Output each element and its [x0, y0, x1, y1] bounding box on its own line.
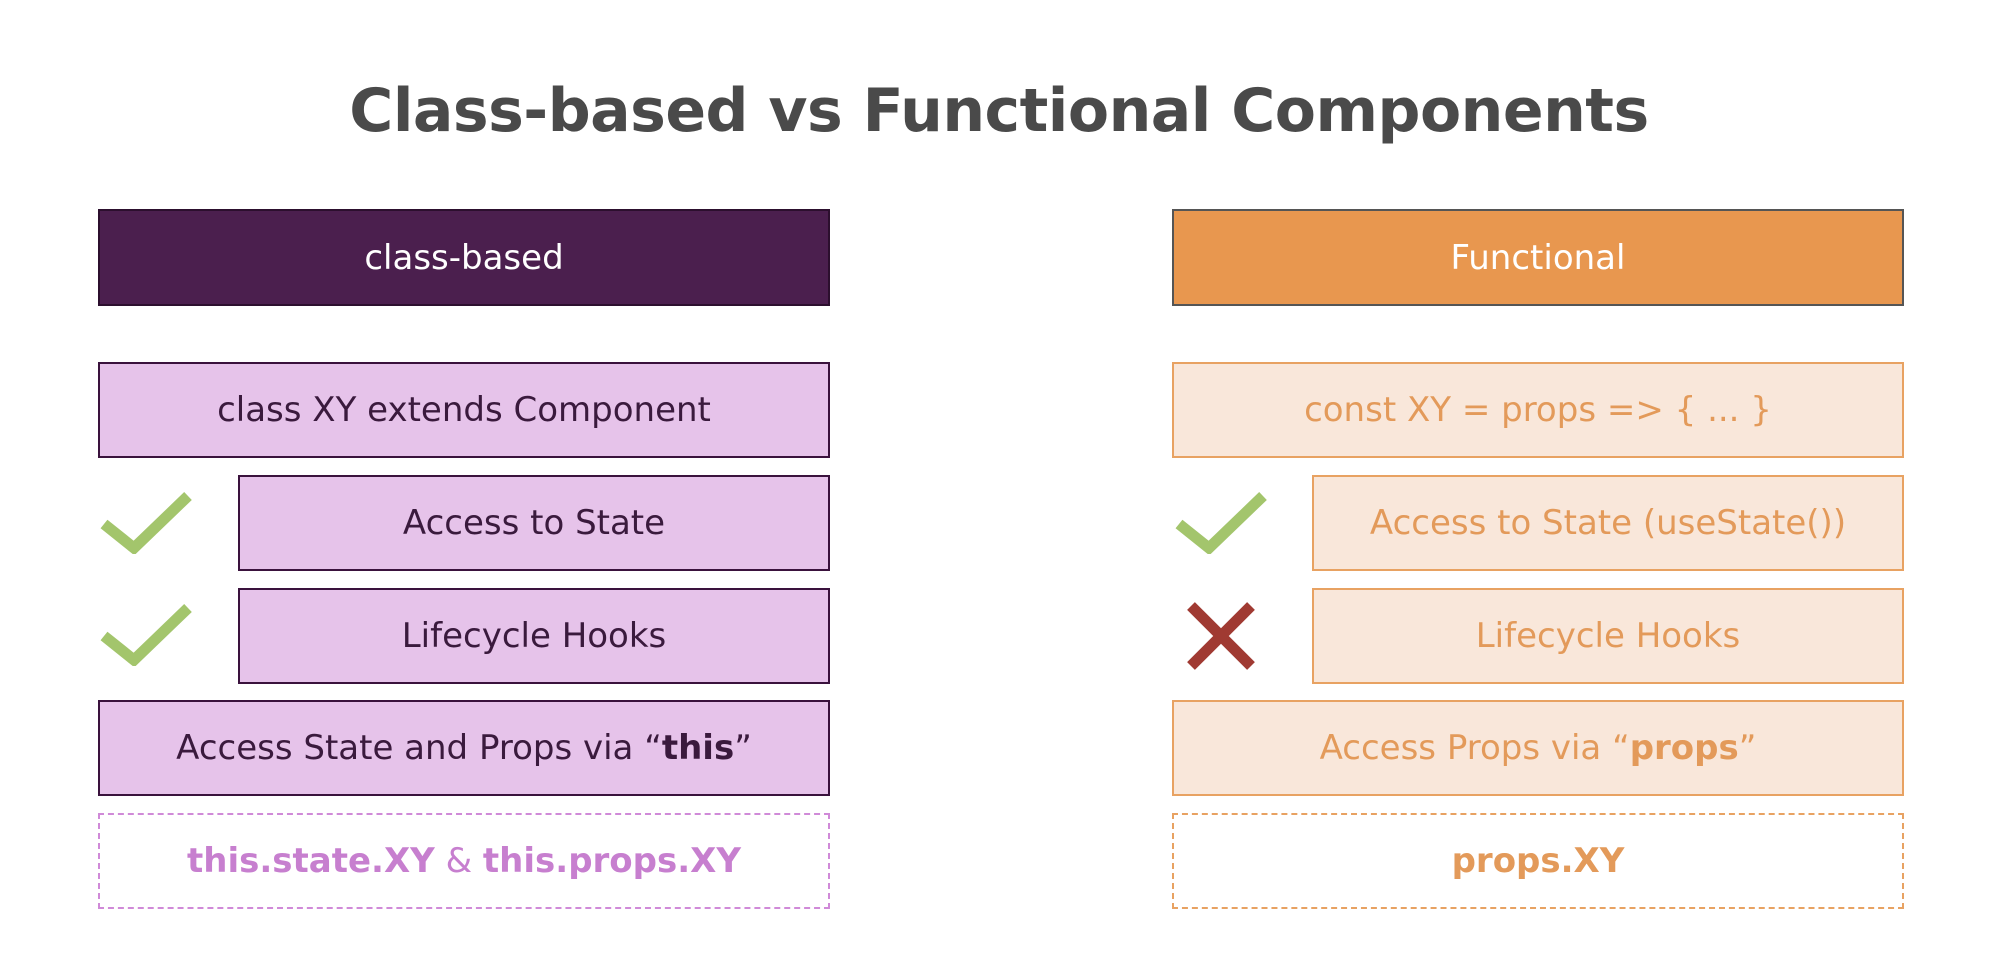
functional-usage-box: props.XY	[1172, 813, 1904, 909]
functional-definition-box: const XY = props => { ... }	[1172, 362, 1904, 458]
functional-access-label: Access Props via “props”	[1320, 728, 1757, 768]
class-usage-box: this.state.XY & this.props.XY	[98, 813, 830, 909]
functional-usage-label: props.XY	[1451, 841, 1625, 881]
class-access-box: Access State and Props via “this”	[98, 700, 830, 796]
check-icon	[1175, 492, 1267, 554]
functional-access-suffix: ”	[1738, 728, 1757, 768]
class-usage-props: this.props.XY	[482, 841, 741, 881]
class-definition-label: class XY extends Component	[217, 390, 711, 430]
class-usage-amp: &	[434, 841, 483, 881]
cross-icon	[1187, 602, 1255, 670]
class-state-box: Access to State	[238, 475, 830, 571]
functional-state-label: Access to State (useState())	[1369, 503, 1847, 543]
functional-state-box: Access to State (useState())	[1312, 475, 1904, 571]
class-lifecycle-box: Lifecycle Hooks	[238, 588, 830, 684]
class-based-header: class-based	[98, 209, 830, 306]
check-icon	[100, 492, 192, 554]
class-access-keyword: this	[661, 728, 735, 768]
functional-lifecycle-label: Lifecycle Hooks	[1475, 616, 1741, 656]
functional-definition-label: const XY = props => { ... }	[1304, 390, 1772, 430]
functional-access-keyword: props	[1629, 728, 1739, 768]
functional-access-prefix: Access Props via “	[1319, 728, 1630, 768]
check-icon	[100, 604, 192, 666]
class-state-label: Access to State	[402, 503, 666, 543]
class-usage-state: this.state.XY	[187, 841, 435, 881]
class-usage-label: this.state.XY & this.props.XY	[187, 841, 741, 881]
functional-access-box: Access Props via “props”	[1172, 700, 1904, 796]
class-definition-box: class XY extends Component	[98, 362, 830, 458]
class-based-header-label: class-based	[364, 237, 564, 278]
class-access-prefix: Access State and Props via “	[176, 728, 662, 768]
class-access-label: Access State and Props via “this”	[176, 728, 752, 768]
class-lifecycle-label: Lifecycle Hooks	[401, 616, 667, 656]
class-access-suffix: ”	[734, 728, 752, 768]
functional-header-label: Functional	[1450, 237, 1626, 278]
functional-lifecycle-box: Lifecycle Hooks	[1312, 588, 1904, 684]
functional-header: Functional	[1172, 209, 1904, 306]
page-title: Class-based vs Functional Components	[349, 76, 1649, 146]
